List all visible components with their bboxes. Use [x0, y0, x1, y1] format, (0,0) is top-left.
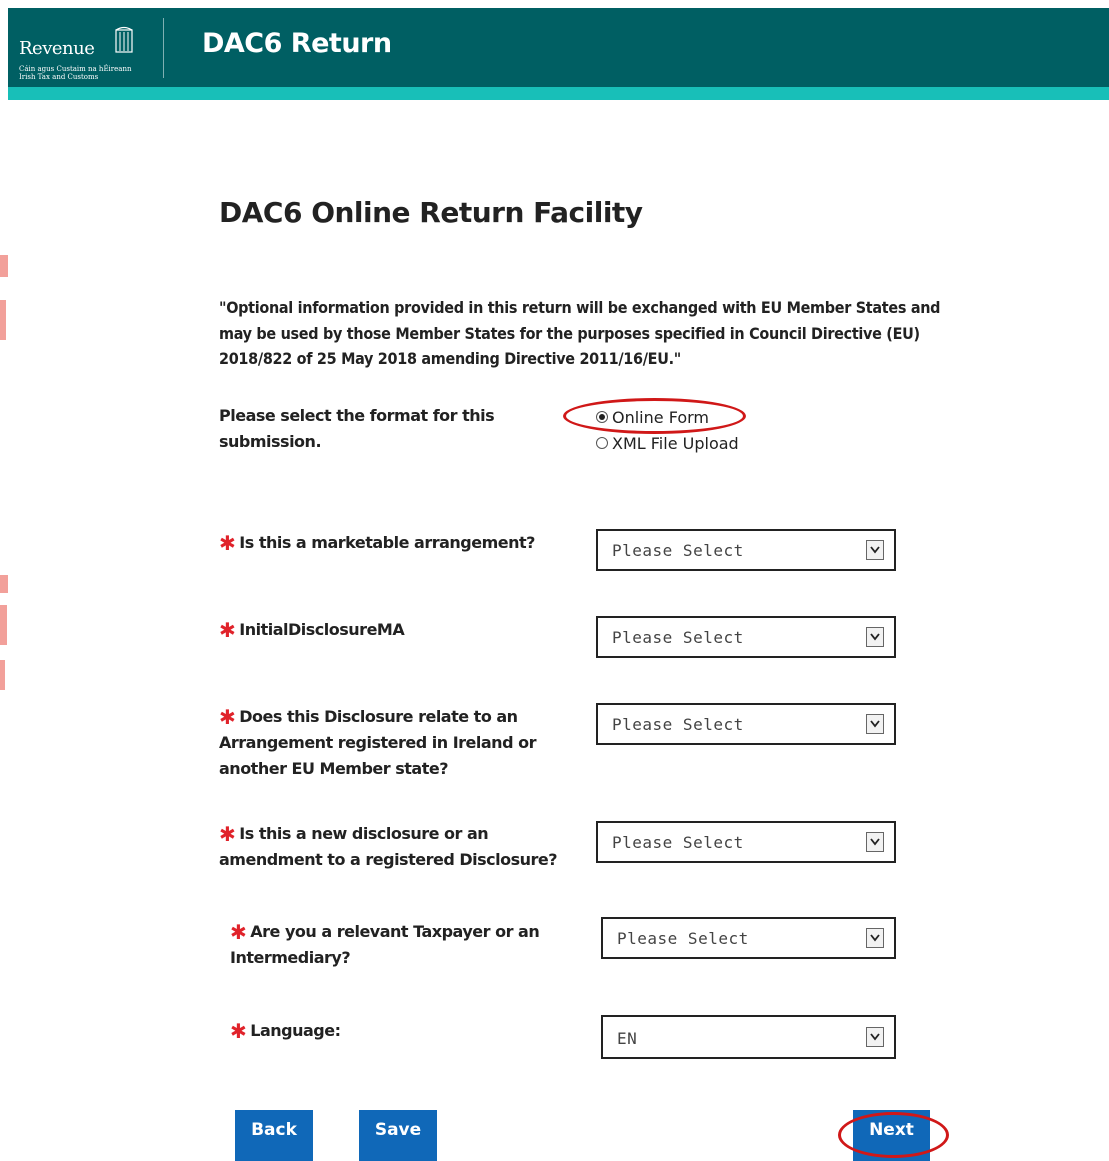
chevron-down-icon: [866, 540, 884, 560]
required-icon: ✱: [219, 618, 236, 642]
chevron-down-icon: [866, 928, 884, 948]
edge-fragment: [0, 575, 8, 593]
next-button[interactable]: Next: [853, 1110, 930, 1161]
required-icon: ✱: [230, 1019, 247, 1043]
language-select[interactable]: EN: [601, 1015, 896, 1059]
chevron-down-icon: [866, 627, 884, 647]
select-value: EN: [617, 1029, 638, 1048]
question-text: Are you a relevant Taxpayer or an Interm…: [230, 922, 540, 967]
app-title: DAC6 Return: [202, 28, 392, 59]
logo-subtitle: Cáin agus Custaim na hÉireann Irish Tax …: [19, 65, 139, 81]
required-icon: ✱: [230, 920, 247, 944]
edge-fragment: [0, 300, 6, 340]
question-text: InitialDisclosureMA: [239, 620, 405, 639]
chevron-down-icon: [866, 832, 884, 852]
format-question-label: Please select the format for this submis…: [219, 406, 495, 451]
select-value: Please Select: [617, 929, 749, 948]
required-icon: ✱: [219, 531, 236, 555]
radio-xml-upload[interactable]: XML File Upload: [596, 430, 739, 456]
arrangement-registered-select[interactable]: Please Select: [596, 703, 896, 745]
back-button[interactable]: Back: [235, 1110, 313, 1161]
question-initial-disclosure-label: ✱ InitialDisclosureMA: [219, 615, 549, 643]
logo-subtitle-irish: Cáin agus Custaim na hÉireann: [19, 65, 132, 73]
new-or-amendment-select[interactable]: Please Select: [596, 821, 896, 863]
header-stripe: [8, 87, 1109, 100]
save-button[interactable]: Save: [359, 1110, 437, 1161]
taxpayer-or-intermediary-select[interactable]: Please Select: [601, 917, 896, 959]
logo-subtitle-english: Irish Tax and Customs: [19, 73, 99, 81]
question-marketable-label: ✱ Is this a marketable arrangement?: [219, 528, 549, 556]
app-header: Revenue Cáin agus Custaim na hÉireann Ir…: [8, 8, 1109, 87]
radio-label-xml-upload: XML File Upload: [612, 433, 739, 453]
select-value: Please Select: [612, 715, 744, 734]
exchange-notice: "Optional information provided in this r…: [219, 298, 941, 368]
logo-wordmark: Revenue: [19, 38, 95, 59]
question-text: Does this Disclosure relate to an Arrang…: [219, 707, 536, 778]
question-text: Is this a new disclosure or an amendment…: [219, 824, 558, 869]
header-divider: [163, 18, 164, 78]
question-arrangement-registered-label: ✱ Does this Disclosure relate to an Arran…: [219, 702, 539, 782]
required-icon: ✱: [219, 822, 236, 846]
required-icon: ✱: [219, 705, 236, 729]
select-value: Please Select: [612, 541, 744, 560]
marketable-select[interactable]: Please Select: [596, 529, 896, 571]
select-value: Please Select: [612, 833, 744, 852]
select-value: Please Select: [612, 628, 744, 647]
initial-disclosure-select[interactable]: Please Select: [596, 616, 896, 658]
chevron-down-icon: [866, 714, 884, 734]
chevron-down-icon: [866, 1027, 884, 1047]
question-text: Language:: [250, 1021, 341, 1040]
question-text: Is this a marketable arrangement?: [239, 533, 535, 552]
question-new-or-amendment-label: ✱ Is this a new disclosure or an amendmen…: [219, 819, 564, 873]
question-taxpayer-or-intermediary-label: ✱ Are you a relevant Taxpayer or an Inter…: [230, 917, 560, 971]
radio-online-form[interactable]: Online Form: [596, 404, 739, 430]
radio-button-xml-upload[interactable]: [596, 437, 608, 449]
format-radio-group: Online Form XML File Upload: [596, 404, 739, 456]
radio-button-online-form[interactable]: [596, 411, 608, 423]
revenue-logo[interactable]: Revenue Cáin agus Custaim na hÉireann Ir…: [19, 20, 139, 81]
harp-icon: [115, 26, 133, 53]
radio-label-online-form: Online Form: [612, 407, 709, 427]
edge-fragment: [0, 605, 7, 645]
edge-fragment: [0, 255, 8, 277]
edge-fragment: [0, 660, 5, 690]
question-language-label: ✱ Language:: [230, 1016, 430, 1044]
page-title: DAC6 Online Return Facility: [219, 196, 643, 229]
